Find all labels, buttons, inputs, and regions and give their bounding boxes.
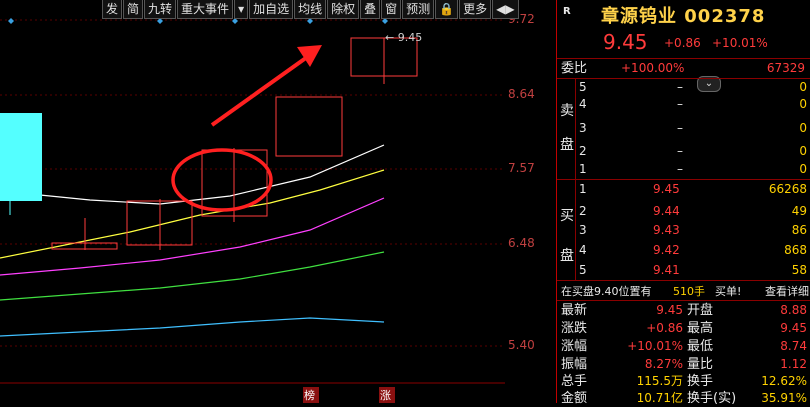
stats-row: 最新 9.45 开盘 8.88 xyxy=(561,303,807,318)
stats-row: 涨幅 +10.01% 最低 8.74 xyxy=(561,339,807,354)
sell-row-4[interactable]: 4–0 xyxy=(557,96,810,113)
major-events-button[interactable]: 重大事件 xyxy=(177,0,234,19)
dropdown-icon[interactable]: ▾ xyxy=(234,0,249,19)
kline-chart[interactable] xyxy=(0,0,505,403)
buy-row-2[interactable]: 2 9.44 49 xyxy=(557,203,810,220)
last-price: 9.45 xyxy=(603,30,648,54)
sell-row-3[interactable]: 3–0 xyxy=(557,120,810,137)
jiuzhuan-button[interactable]: 九转 xyxy=(144,0,177,19)
tag-bang[interactable]: 榜 xyxy=(304,387,315,403)
buy-row-5[interactable]: 5 9.41 58 xyxy=(557,262,810,279)
quote-panel: R 章源钨业 002378 9.45 +0.86 +10.01% 委比 +100… xyxy=(556,0,810,406)
forecast-button[interactable]: 预测 xyxy=(402,0,435,19)
weibi-value: +100.00% xyxy=(621,61,685,75)
ma-line-4 xyxy=(0,251,385,301)
candle-up xyxy=(275,96,343,157)
candle-down xyxy=(0,113,42,201)
change-value: +0.86 xyxy=(664,36,701,50)
stats-row: 振幅 8.27% 量比 1.12 xyxy=(561,357,807,372)
kline-svg[interactable] xyxy=(0,0,505,403)
annotation-arrow xyxy=(210,53,312,127)
price-axis-label: 8.64 xyxy=(508,87,535,101)
chart-toolbar: 发 简 九转 重大事件 ▾ 加自选 均线 除权 叠 窗 预测 🔒 更多 ◀▶ xyxy=(102,0,520,19)
sell-row-1[interactable]: 1–0 xyxy=(557,161,810,178)
change-pct: +10.01% xyxy=(712,36,768,50)
annotation-price-label: ← 9.45 xyxy=(385,31,423,44)
price-axis-label: 7.57 xyxy=(508,161,535,175)
fa-button[interactable]: 发 xyxy=(102,0,123,19)
panel-toggle-icon[interactable]: ◀▶ xyxy=(492,0,519,19)
ma-line-5 xyxy=(0,317,385,337)
trade-qty: 510手 xyxy=(673,285,705,298)
jian-button[interactable]: 简 xyxy=(123,0,144,19)
stock-title: 章源钨业 002378 xyxy=(601,6,766,27)
ma-line-1 xyxy=(0,144,385,205)
more-button[interactable]: 更多 xyxy=(459,0,492,19)
trade-msg: 在买盘9.40位置有 xyxy=(561,285,652,298)
window-button[interactable]: 窗 xyxy=(381,0,402,19)
r-badge: R xyxy=(563,6,571,17)
weibi-row: 委比 +100.00% 67329 xyxy=(557,60,810,77)
trade-alert-row[interactable]: 在买盘9.40位置有 510手 买单! 查看详细 xyxy=(557,283,810,300)
weibi-label: 委比 xyxy=(561,61,588,76)
buy-row-4[interactable]: 4 9.42 868 xyxy=(557,242,810,259)
sell-row-2[interactable]: 2–0 xyxy=(557,143,810,160)
exright-button[interactable]: 除权 xyxy=(327,0,360,19)
buy-row-3[interactable]: 3 9.43 86 xyxy=(557,222,810,239)
trade-buy: 买单! xyxy=(715,285,742,298)
stats-row: 涨跌 +0.86 最高 9.45 xyxy=(561,321,807,336)
overlay-button[interactable]: 叠 xyxy=(360,0,381,19)
sell-row-5[interactable]: 5–0 xyxy=(557,79,810,96)
annotation-circle xyxy=(171,148,273,212)
buy-row-1[interactable]: 1 9.45 66268 xyxy=(557,181,810,198)
weibi-diff: 67329 xyxy=(766,61,805,75)
stats-row: 金额 10.71亿 换手(实) 35.91% xyxy=(561,391,807,406)
tag-zhang[interactable]: 涨 xyxy=(380,387,391,403)
event-marker xyxy=(8,18,14,24)
detail-link[interactable]: 查看详细 xyxy=(765,283,809,300)
price-axis-label: 6.48 xyxy=(508,236,535,250)
add-watchlist-button[interactable]: 加自选 xyxy=(249,0,294,19)
ma-button[interactable]: 均线 xyxy=(294,0,327,19)
lock-icon[interactable]: 🔒 xyxy=(435,0,459,19)
stats-row: 总手 115.5万 换手 12.62% xyxy=(561,374,807,389)
price-axis-label: 5.40 xyxy=(508,338,535,352)
